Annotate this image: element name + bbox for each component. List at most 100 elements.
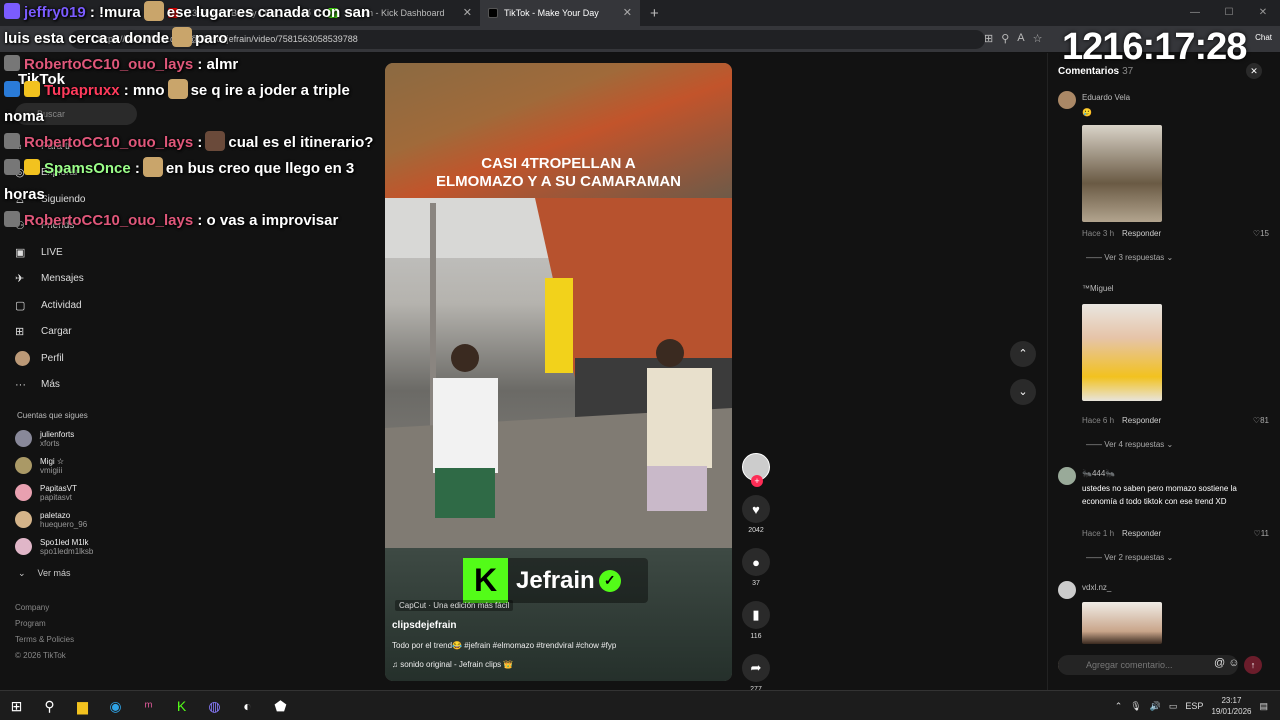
bookmark-icon[interactable]: ▮ (742, 601, 770, 629)
discord-icon[interactable]: ◍ (198, 691, 231, 720)
sidebar-item-actividad[interactable]: ▢ Actividad (15, 292, 85, 319)
comment-icon[interactable]: ● (742, 548, 770, 576)
view-replies-button[interactable]: —— Ver 2 respuestas ⌄ (1086, 553, 1173, 562)
comment-image[interactable] (1082, 304, 1162, 401)
read-aloud-icon[interactable]: A (1017, 32, 1024, 45)
following-item[interactable]: Migi ☆ vmigiii (15, 452, 93, 479)
follow-plus-icon[interactable]: + (751, 475, 763, 487)
view-replies-button[interactable]: —— Ver 3 respuestas ⌄ (1086, 253, 1173, 262)
avatar (15, 538, 32, 555)
chat-text-2: cual es el itinerario? (228, 134, 374, 151)
following-item[interactable]: Spo1led M1lk spo1ledm1lksb (15, 533, 93, 560)
comment-like-count: 81 (1260, 416, 1269, 425)
chevron-up-icon[interactable]: ⌃ (1010, 341, 1036, 367)
toolbar-icons: ⊞ ⚲ A ☆ (984, 32, 1043, 45)
windows-start-icon[interactable]: ⊞ (0, 691, 33, 720)
reply-button[interactable]: Responder (1122, 416, 1161, 425)
close-icon[interactable]: ✕ (1246, 63, 1262, 79)
language-indicator[interactable]: ESP (1185, 701, 1203, 711)
comment-like[interactable]: ♡81 (1253, 416, 1269, 425)
speaker-icon[interactable]: 🔊 (1150, 701, 1161, 712)
share-action[interactable]: ➦277 (740, 654, 772, 693)
avatar[interactable] (1058, 467, 1076, 485)
share-icon[interactable]: ➦ (742, 654, 770, 682)
bookmark-icon[interactable]: ☆ (1033, 32, 1043, 45)
chat-button[interactable]: Chat (1255, 33, 1272, 42)
comment-user[interactable]: Eduardo Vela (1082, 93, 1130, 102)
minimize-icon[interactable]: — (1178, 0, 1212, 26)
creator-avatar[interactable]: + (742, 453, 770, 487)
at-icon[interactable]: @ (1214, 657, 1225, 669)
sidebar-item-mensajes[interactable]: ✈ Mensajes (15, 266, 85, 293)
comment-image[interactable] (1082, 602, 1162, 644)
notification-icon[interactable]: ▤ (1259, 701, 1268, 712)
comment-like[interactable]: ♡15 (1253, 229, 1269, 238)
chat-text: : almr (197, 56, 239, 73)
extension-icon[interactable]: ⊞ (984, 32, 993, 45)
comment-image[interactable] (1082, 125, 1162, 222)
profile-avatar (15, 350, 30, 366)
view-replies-label: Ver 3 respuestas (1104, 253, 1165, 262)
sidebar-item-cargar[interactable]: ⊞ Cargar (15, 319, 85, 346)
following-item[interactable]: julienforts xforts (15, 425, 93, 452)
footer-link-company[interactable]: Company (15, 603, 74, 619)
reply-button[interactable]: Responder (1122, 229, 1161, 238)
translate-icon[interactable]: ⚲ (1001, 32, 1009, 45)
comment-action[interactable]: ● 37 (740, 548, 772, 587)
network-icon[interactable]: ▭ (1169, 701, 1178, 712)
save-action[interactable]: ▮ 116 (740, 601, 772, 640)
close-icon[interactable]: ✕ (623, 6, 632, 19)
video-player[interactable]: CASI 4TROPELLAN A ELMOMAZO Y A SU CAMARA… (385, 63, 732, 681)
badge-icon (24, 81, 40, 97)
microphone-icon[interactable]: 🎙 (1130, 701, 1141, 712)
comment-user[interactable]: 🐜444🐜 (1082, 469, 1115, 478)
file-explorer-icon[interactable]: ▆ (66, 691, 99, 720)
like-action[interactable]: ♥ 2042 (740, 495, 772, 534)
capcut-link[interactable]: CapCut · Una edición más fácil (395, 600, 514, 611)
close-icon[interactable]: ✕ (463, 6, 472, 19)
sidebar-item-perfil[interactable]: Perfil (15, 345, 85, 372)
chat-user: RobertoCC10_ouo_lays (24, 56, 194, 73)
avatar[interactable] (1058, 91, 1076, 109)
send-button[interactable]: ↑ (1244, 656, 1262, 674)
following-item[interactable]: paletazo huequero_96 (15, 506, 93, 533)
search-icon[interactable]: ⚲ (33, 691, 66, 720)
shield-icon[interactable]: ⬟ (264, 691, 297, 720)
close-window-icon[interactable]: ✕ (1246, 0, 1280, 26)
clock[interactable]: 23:17 19/01/2026 (1211, 695, 1251, 717)
emote-icon (172, 27, 193, 47)
comment-input[interactable]: Agregar comentario... (1058, 655, 1238, 675)
following-handle: spo1ledm1lksb (40, 546, 94, 556)
maximize-icon[interactable]: ☐ (1212, 0, 1246, 26)
sidebar-item-mas[interactable]: ··· Más (15, 372, 85, 399)
footer-link-program[interactable]: Program (15, 619, 74, 635)
badge-icon (4, 211, 20, 227)
comment-user[interactable]: vdxl.nz_ (1082, 583, 1111, 592)
video-sound[interactable]: ♫ sonido original - Jefrain clips 👑 (392, 660, 513, 669)
chat-text: : mno (123, 82, 165, 99)
comment-like[interactable]: ♡11 (1254, 529, 1269, 538)
comment-user[interactable]: ™Miguel (1082, 284, 1114, 293)
music-note-icon: ♫ (392, 660, 401, 669)
video-author[interactable]: clipsdejefrain (392, 620, 456, 631)
new-tab-button[interactable]: + (640, 5, 669, 22)
obs-icon[interactable]: ◐ (231, 691, 264, 720)
browser-tab-4[interactable]: TikTok - Make Your Day ✕ (480, 0, 640, 26)
sidebar-item-live[interactable]: ▣ LIVE (15, 239, 85, 266)
see-more-button[interactable]: ⌄ Ver más (18, 568, 71, 579)
edge-icon[interactable]: ◉ (99, 691, 132, 720)
kick-icon[interactable]: K (165, 691, 198, 720)
footer-link-terms[interactable]: Terms & Policies (15, 635, 74, 651)
heart-icon[interactable]: ♥ (742, 495, 770, 523)
chevron-up-icon[interactable]: ⌃ (1115, 701, 1123, 712)
save-count: 116 (750, 633, 762, 640)
view-replies-button[interactable]: —— Ver 4 respuestas ⌄ (1086, 440, 1173, 449)
video-caption: CASI 4TROPELLAN A ELMOMAZO Y A SU CAMARA… (385, 155, 732, 191)
chevron-down-icon[interactable]: ⌄ (1010, 379, 1036, 405)
avatar[interactable] (1058, 581, 1076, 599)
following-name: Spo1led M1lk (40, 537, 89, 547)
following-item[interactable]: PapitasVT papitasvt (15, 479, 93, 506)
reply-button[interactable]: Responder (1122, 529, 1161, 538)
emoji-icon[interactable]: ☺ (1228, 657, 1239, 669)
app-icon[interactable]: ᵐ (132, 691, 165, 720)
